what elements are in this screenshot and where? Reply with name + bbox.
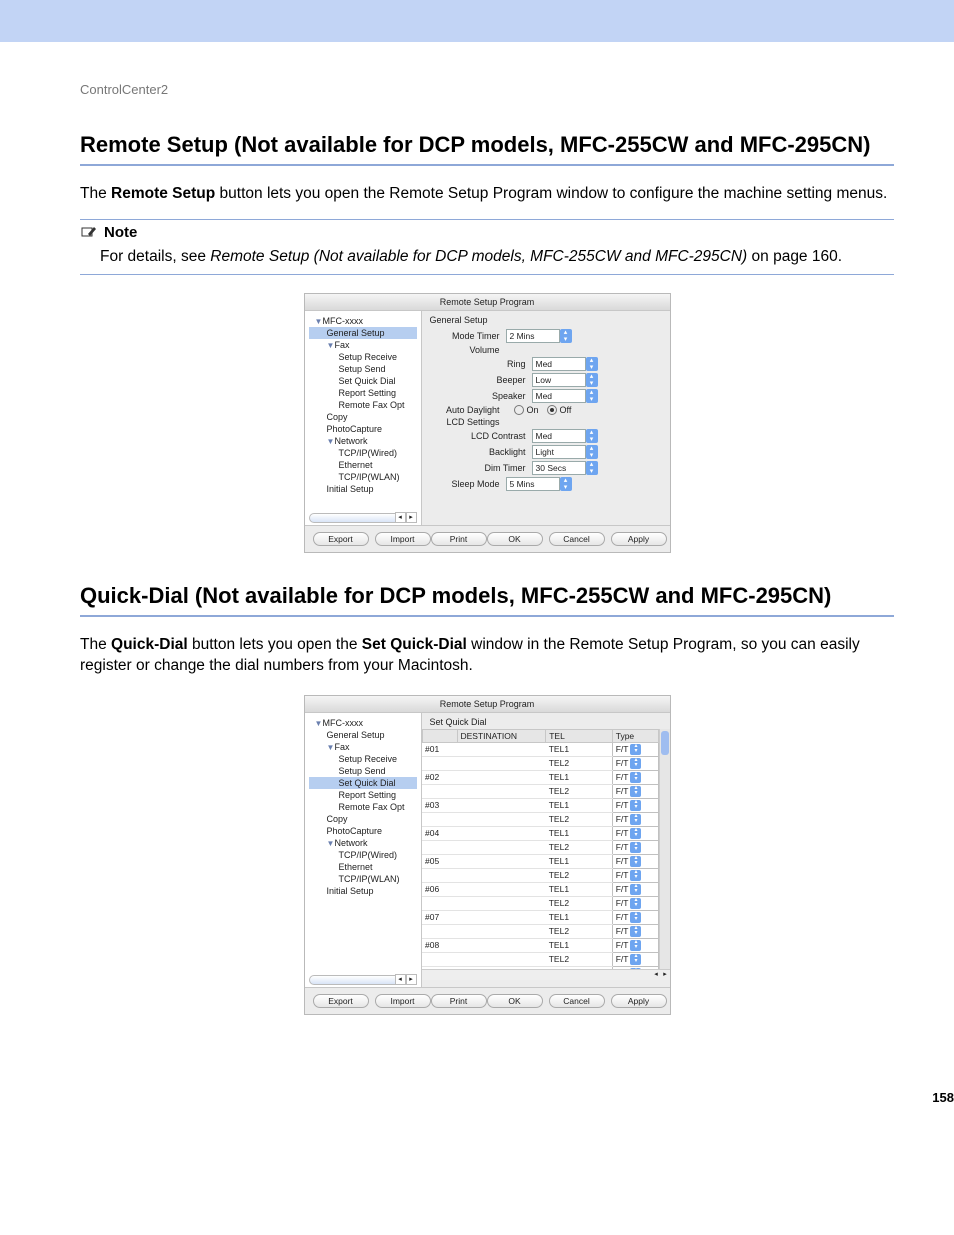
apply-button[interactable]: Apply (611, 532, 667, 546)
export-button[interactable]: Export (313, 532, 369, 546)
rule (80, 615, 894, 617)
sleep-select[interactable]: 5 Mins▴▾ (506, 477, 560, 491)
apply-button[interactable]: Apply (611, 994, 667, 1008)
dim-timer-select[interactable]: 30 Secs▴▾ (532, 461, 586, 475)
quickdial-window: Remote Setup Program ▼MFC-xxxx General S… (304, 695, 671, 1015)
table-row[interactable]: TEL2F/T▴▾ (422, 756, 658, 770)
settings-panel: General Setup Mode Timer 2 Mins▴▾ Volume… (422, 311, 670, 525)
cancel-button[interactable]: Cancel (549, 994, 605, 1008)
note-label: Note (104, 224, 137, 241)
section2-body: The Quick-Dial button lets you open the … (80, 635, 894, 677)
note-icon (80, 225, 98, 239)
tree-scrollbar[interactable] (309, 975, 407, 985)
top-accent-bar (0, 0, 954, 42)
cancel-button[interactable]: Cancel (549, 532, 605, 546)
table-scrollbar[interactable] (659, 729, 670, 969)
export-button[interactable]: Export (313, 994, 369, 1008)
section2-title: Quick-Dial (Not available for DCP models… (80, 583, 894, 609)
import-button[interactable]: Import (375, 994, 431, 1008)
daylight-off-radio[interactable] (547, 405, 557, 415)
table-row[interactable]: TEL2F/T▴▾ (422, 868, 658, 882)
ring-select[interactable]: Med▴▾ (532, 357, 586, 371)
table-row[interactable]: #09TEL1F/T▴▾ (422, 966, 658, 969)
window-title: Remote Setup Program (305, 294, 670, 311)
import-button[interactable]: Import (375, 532, 431, 546)
backlight-select[interactable]: Light▴▾ (532, 445, 586, 459)
tree-scroll-buttons[interactable]: ◂▸ (395, 512, 417, 523)
table-row[interactable]: TEL2F/T▴▾ (422, 952, 658, 966)
section1-body: The Remote Setup button lets you open th… (80, 184, 894, 205)
tree-item-quickdial[interactable]: Set Quick Dial (309, 777, 417, 789)
table-row[interactable]: #01TEL1F/T▴▾ (422, 742, 658, 756)
table-row[interactable]: #03TEL1F/T▴▾ (422, 798, 658, 812)
header-label: ControlCenter2 (80, 82, 894, 97)
mode-timer-select[interactable]: 2 Mins▴▾ (506, 329, 560, 343)
table-row[interactable]: TEL2F/T▴▾ (422, 924, 658, 938)
table-row[interactable]: TEL2F/T▴▾ (422, 896, 658, 910)
beeper-select[interactable]: Low▴▾ (532, 373, 586, 387)
table-row[interactable]: #05TEL1F/T▴▾ (422, 854, 658, 868)
ok-button[interactable]: OK (487, 532, 543, 546)
tree-scrollbar[interactable] (309, 513, 407, 523)
tree-pane[interactable]: ▼MFC-xxxx General Setup ▼Fax Setup Recei… (305, 713, 422, 987)
speaker-select[interactable]: Med▴▾ (532, 389, 586, 403)
quickdial-table[interactable]: DESTINATION TEL Type #01TEL1F/T▴▾TEL2F/T… (422, 729, 659, 969)
note-block: Note For details, see Remote Setup (Not … (80, 219, 894, 275)
rule (80, 164, 894, 166)
page-number: 158 (932, 1090, 954, 1105)
table-row[interactable]: #08TEL1F/T▴▾ (422, 938, 658, 952)
tree-scroll-buttons[interactable]: ◂▸ (395, 974, 417, 985)
tree-item-general[interactable]: General Setup (309, 327, 417, 339)
lcd-contrast-select[interactable]: Med▴▾ (532, 429, 586, 443)
table-row[interactable]: #02TEL1F/T▴▾ (422, 770, 658, 784)
table-row[interactable]: TEL2F/T▴▾ (422, 784, 658, 798)
tree-pane[interactable]: ▼MFC-xxxx General Setup ▼Fax Setup Recei… (305, 311, 422, 525)
table-row[interactable]: #07TEL1F/T▴▾ (422, 910, 658, 924)
table-hscroll[interactable]: ◂▸ (422, 969, 670, 980)
table-row[interactable]: TEL2F/T▴▾ (422, 840, 658, 854)
daylight-on-radio[interactable] (514, 405, 524, 415)
window-title: Remote Setup Program (305, 696, 670, 713)
table-row[interactable]: TEL2F/T▴▾ (422, 812, 658, 826)
table-row[interactable]: #06TEL1F/T▴▾ (422, 882, 658, 896)
ok-button[interactable]: OK (487, 994, 543, 1008)
quickdial-panel: Set Quick Dial DESTINATION TEL Type #0 (422, 713, 670, 987)
remote-setup-window: Remote Setup Program ▼MFC-xxxx General S… (304, 293, 671, 553)
print-button[interactable]: Print (431, 532, 487, 546)
section1-title: Remote Setup (Not available for DCP mode… (80, 132, 894, 158)
table-row[interactable]: #04TEL1F/T▴▾ (422, 826, 658, 840)
print-button[interactable]: Print (431, 994, 487, 1008)
